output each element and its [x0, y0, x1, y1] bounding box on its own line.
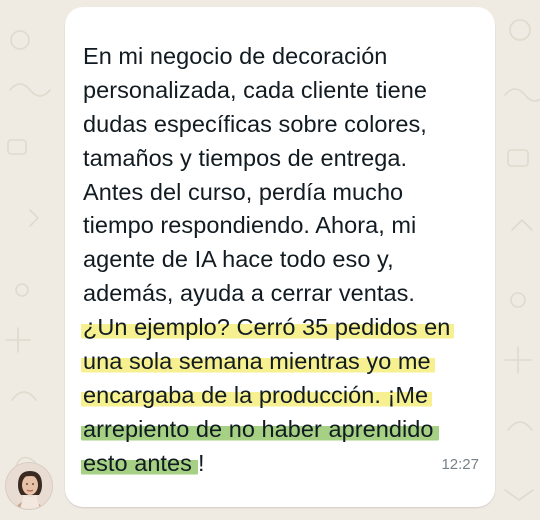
message-line: En mi negocio de decoración	[83, 43, 388, 69]
yellow-highlight: encargaba de la producción. ¡Me	[81, 381, 433, 408]
yellow-highlight: una sola semana mientras yo me	[81, 348, 435, 375]
message-line: tiempo respondiendo. Ahora, mi	[83, 212, 417, 239]
highlighted-line: ¿Un ejemplo? Cerró 35 pedidos en	[81, 311, 483, 345]
yellow-highlight: ¿Un ejemplo? Cerró 35 pedidos en	[81, 314, 455, 341]
message-line: Antes del curso, perdía mucho	[83, 178, 404, 205]
green-highlight: arrepiento de no haber aprendido	[81, 415, 440, 442]
message-line: agente de IA hace todo eso y,	[83, 246, 394, 273]
closing-punctuation: !	[197, 449, 205, 476]
highlighted-line: una sola semana mientras yo me	[81, 345, 483, 379]
highlighted-line: esto antes!	[81, 447, 483, 481]
highlighted-line: encargaba de la producción. ¡Me	[81, 379, 483, 413]
message-line: además, ayuda a cerrar ventas.	[83, 280, 415, 307]
green-highlight: esto antes	[81, 449, 198, 476]
message-line: personalizada, cada cliente tiene	[83, 76, 427, 103]
message-bubble[interactable]: En mi negocio de decoración personalizad…	[65, 7, 495, 507]
contact-avatar[interactable]	[5, 462, 53, 510]
message-text: En mi negocio de decoración personalizad…	[81, 40, 483, 481]
highlighted-line: arrepiento de no haber aprendido	[81, 413, 483, 447]
message-line: tamaños y tiempos de entrega.	[83, 144, 408, 171]
message-line: dudas específicas sobre colores,	[83, 110, 427, 137]
avatar-icon	[6, 463, 52, 509]
message-timestamp: 12:27	[441, 456, 479, 473]
